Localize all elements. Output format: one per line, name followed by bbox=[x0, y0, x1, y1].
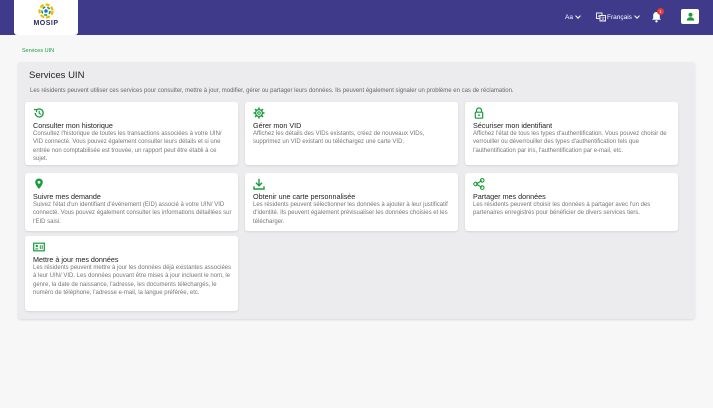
card-description: Consultez l'historique de toutes les tra… bbox=[33, 131, 222, 163]
download-icon bbox=[253, 178, 265, 190]
service-card-secure-id[interactable]: Sécuriser mon identifiant Affichez l'éta… bbox=[465, 102, 678, 165]
logo-mark-icon bbox=[38, 3, 54, 19]
card-description: Suivez l'état d'un identifiant d'événeme… bbox=[33, 202, 232, 225]
mosip-logo[interactable]: MOSIP bbox=[14, 0, 78, 35]
card-title: Suivre mes demande bbox=[33, 192, 101, 201]
language-dropdown[interactable]: A 文 Français bbox=[596, 11, 640, 23]
service-card-manage-vid[interactable]: Gérer mon VID Affichez les détails des V… bbox=[245, 102, 458, 165]
card-title: Consulter mon historique bbox=[33, 121, 113, 130]
chevron-down-icon bbox=[575, 12, 581, 19]
service-card-custom-card[interactable]: Obtenir une carte personnalisée Les rési… bbox=[245, 173, 458, 231]
breadcrumb[interactable]: Services UIN bbox=[22, 48, 54, 54]
card-title: Sécuriser mon identifiant bbox=[473, 121, 553, 130]
card-title: Obtenir une carte personnalisée bbox=[253, 192, 356, 201]
service-card-update-data[interactable]: Mettre à jour mes données Les résidents … bbox=[25, 236, 238, 311]
notification-badge: 1 bbox=[657, 8, 664, 15]
lock-icon bbox=[474, 107, 484, 119]
page-title: Services UIN bbox=[29, 70, 85, 81]
profile-button[interactable] bbox=[681, 9, 699, 24]
card-description: Les résidents peuvent choisir les donnée… bbox=[473, 202, 651, 217]
page-description: Les résidents peuvent utiliser ces servi… bbox=[30, 88, 514, 94]
card-description: Affichez l'état de tous les types d'auth… bbox=[473, 131, 667, 154]
card-title: Partager mes données bbox=[473, 192, 546, 201]
history-icon bbox=[33, 108, 44, 118]
user-icon bbox=[686, 12, 694, 21]
location-pin-icon bbox=[35, 178, 43, 189]
card-title: Gérer mon VID bbox=[253, 121, 302, 130]
service-card-history[interactable]: Consulter mon historique Consultez l'his… bbox=[25, 102, 238, 165]
font-size-dropdown[interactable]: Aa bbox=[565, 11, 581, 23]
logo-text: MOSIP bbox=[33, 20, 59, 27]
service-card-track-request[interactable]: Suivre mes demande Suivez l'état d'un id… bbox=[25, 173, 238, 231]
id-card-icon bbox=[33, 242, 45, 252]
card-title: Mettre à jour mes données bbox=[33, 255, 119, 264]
share-icon bbox=[473, 178, 485, 190]
translate-icon: A 文 bbox=[596, 12, 606, 22]
card-description: Les résidents peuvent sélectionner les d… bbox=[253, 202, 448, 225]
card-description: Affichez les détails des VIDs existants,… bbox=[253, 131, 425, 146]
svg-text:文: 文 bbox=[601, 15, 605, 21]
chevron-down-icon bbox=[634, 12, 640, 19]
card-description: Les résidents peuvent mettre à jour les … bbox=[33, 265, 232, 297]
language-label: Français bbox=[607, 13, 632, 21]
font-size-label: Aa bbox=[565, 13, 573, 21]
gear-icon bbox=[253, 107, 265, 119]
service-card-share-data[interactable]: Partager mes données Les résidents peuve… bbox=[465, 173, 678, 231]
